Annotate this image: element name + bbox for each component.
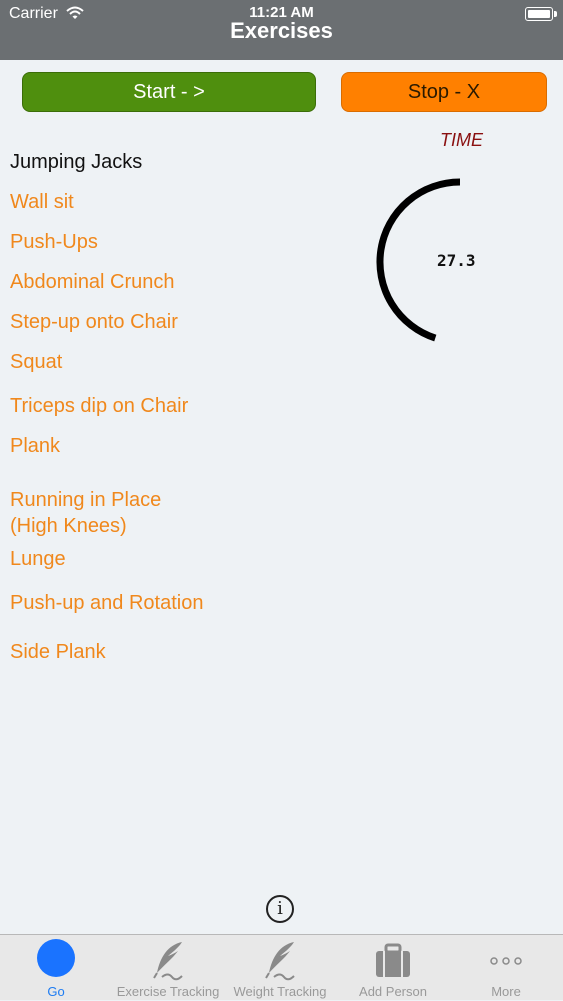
quill-pen-icon xyxy=(153,942,183,981)
exercise-item-running-in-place-subtitle[interactable]: (High Knees) xyxy=(10,513,127,539)
exercise-item-jumping-jacks[interactable]: Jumping Jacks xyxy=(10,149,142,175)
stop-button[interactable]: Stop - X xyxy=(341,72,547,112)
tab-add-person[interactable]: Add Person xyxy=(337,935,449,1001)
tab-more[interactable]: More xyxy=(450,935,562,1001)
tab-go[interactable]: Go xyxy=(0,935,112,1001)
tab-weight-tracking[interactable]: Weight Tracking xyxy=(224,935,336,1001)
quill-pen-icon xyxy=(265,942,295,981)
start-button[interactable]: Start - > xyxy=(22,72,316,112)
exercise-item-plank[interactable]: Plank xyxy=(10,433,60,459)
navigation-bar: Carrier 11:21 AM Exercises xyxy=(0,0,563,60)
exercise-item-step-up[interactable]: Step-up onto Chair xyxy=(10,309,178,335)
briefcase-icon xyxy=(376,943,410,977)
tab-label: Add Person xyxy=(359,984,427,999)
tab-bar: Go Exercise Tracking Weight Tracking Add… xyxy=(0,934,563,1000)
more-dots-icon xyxy=(490,957,522,965)
exercise-item-lunge[interactable]: Lunge xyxy=(10,546,66,572)
exercise-item-push-up-rotation[interactable]: Push-up and Rotation xyxy=(10,590,203,616)
info-button[interactable]: i xyxy=(266,895,294,923)
timer-value: 27.3 xyxy=(437,251,476,270)
tab-exercise-tracking[interactable]: Exercise Tracking xyxy=(112,935,224,1001)
exercise-item-squat[interactable]: Squat xyxy=(10,349,62,375)
exercise-item-side-plank[interactable]: Side Plank xyxy=(10,639,106,665)
tab-label: More xyxy=(491,984,521,999)
page-title: Exercises xyxy=(230,18,333,43)
exercise-item-running-in-place[interactable]: Running in Place xyxy=(10,487,161,513)
tab-label: Go xyxy=(47,984,65,999)
exercise-item-wall-sit[interactable]: Wall sit xyxy=(10,189,74,215)
exercise-item-abdominal-crunch[interactable]: Abdominal Crunch xyxy=(10,269,175,295)
exercise-item-triceps-dip[interactable]: Triceps dip on Chair xyxy=(10,393,188,419)
tab-label: Exercise Tracking xyxy=(116,984,220,999)
tab-label: Weight Tracking xyxy=(233,984,327,999)
time-label: TIME xyxy=(440,130,483,150)
go-circle-icon xyxy=(37,939,75,977)
exercise-item-push-ups[interactable]: Push-Ups xyxy=(10,229,98,255)
